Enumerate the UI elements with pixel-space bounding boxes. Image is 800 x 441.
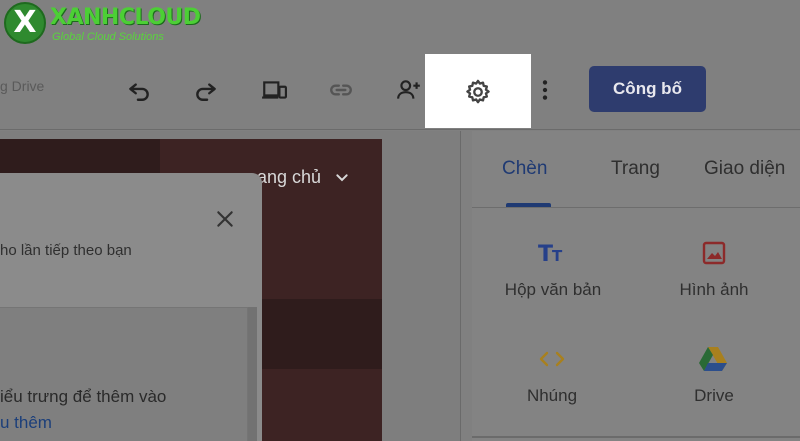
tile-label-drive[interactable]: Drive bbox=[674, 386, 754, 406]
gear-icon bbox=[466, 79, 490, 104]
tile-label-embed[interactable]: Nhúng bbox=[512, 386, 592, 406]
popup-instruction: iểu trưng để thêm vào bbox=[0, 387, 167, 406]
embed-code-icon[interactable] bbox=[537, 347, 567, 371]
logo-name: XANHCLOUD bbox=[50, 5, 201, 30]
popup-scrollbar[interactable] bbox=[248, 307, 257, 441]
share-button[interactable] bbox=[391, 72, 427, 108]
tile-label-text-box[interactable]: Hộp văn bản bbox=[500, 280, 606, 300]
drive-status-label: g Drive bbox=[0, 78, 45, 94]
tab-themes[interactable]: Giao diện bbox=[704, 158, 785, 180]
tab-pages[interactable]: Trang bbox=[611, 158, 660, 180]
device-preview-icon bbox=[262, 81, 287, 99]
panel-bottom-divider bbox=[472, 436, 800, 438]
logo-mark: X bbox=[4, 2, 46, 44]
chevron-down-icon[interactable] bbox=[334, 170, 350, 191]
text-box-icon[interactable]: TT bbox=[536, 239, 568, 267]
screenshot: X XANHCLOUD Global Cloud Solutions g Dri… bbox=[0, 0, 800, 441]
svg-text:T: T bbox=[538, 242, 553, 266]
image-icon[interactable] bbox=[701, 240, 727, 266]
learn-more-link[interactable]: u thêm bbox=[0, 413, 52, 433]
settings-button[interactable] bbox=[460, 74, 496, 110]
popup-message: ho lần tiếp theo bạn bbox=[0, 242, 132, 259]
close-button[interactable] bbox=[212, 206, 238, 232]
close-icon bbox=[217, 211, 233, 227]
svg-text:T: T bbox=[552, 247, 563, 265]
undo-button[interactable] bbox=[121, 72, 157, 108]
more-vert-icon bbox=[542, 80, 548, 100]
site-nav-home[interactable]: ang chủ bbox=[257, 167, 321, 188]
tab-insert[interactable]: Chèn bbox=[502, 158, 547, 180]
device-preview-button[interactable] bbox=[256, 72, 292, 108]
link-icon bbox=[330, 84, 352, 96]
google-drive-icon[interactable] bbox=[697, 344, 729, 374]
brand-logo: X XANHCLOUD Global Cloud Solutions bbox=[0, 0, 205, 48]
tabs-divider bbox=[472, 207, 800, 208]
publish-button[interactable]: Công bố bbox=[589, 66, 706, 112]
redo-icon bbox=[196, 83, 216, 101]
tile-label-image[interactable]: Hình ảnh bbox=[668, 280, 760, 300]
undo-icon bbox=[129, 83, 149, 101]
redo-button[interactable] bbox=[188, 72, 224, 108]
share-add-person-icon bbox=[397, 80, 420, 99]
more-options-button[interactable] bbox=[527, 72, 563, 108]
logo-tagline: Global Cloud Solutions bbox=[52, 31, 164, 43]
insert-link-button[interactable] bbox=[323, 72, 359, 108]
